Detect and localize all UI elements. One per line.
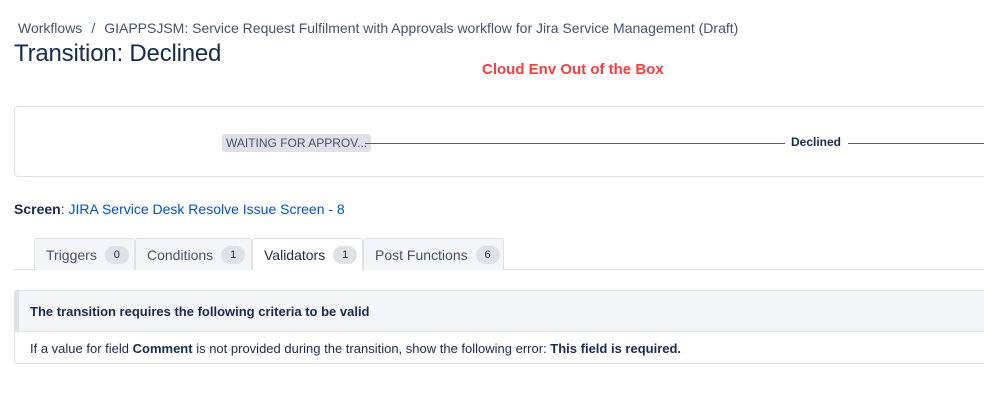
page-title: Transition: Declined xyxy=(14,40,222,67)
breadcrumb-workflows-link[interactable]: Workflows xyxy=(18,20,82,36)
page: Workflows / GIAPPSJSM: Service Request Ful… xyxy=(0,0,984,409)
validator-panel-header: The transition requires the following cr… xyxy=(15,291,984,332)
tab-count-badge: 1 xyxy=(221,245,246,264)
screen-colon: : xyxy=(60,201,65,217)
breadcrumb-workflow-link[interactable]: GIAPPSJSM: Service Request Fulfilment wi… xyxy=(104,20,738,36)
tab-count-badge: 6 xyxy=(475,245,500,264)
screen-info: Screen: JIRA Service Desk Resolve Issue … xyxy=(14,201,345,217)
validator-text-middle: is not provided during the transition, s… xyxy=(196,340,547,356)
transition-tabs: Triggers 0 Conditions 1 Validators 1 Pos… xyxy=(14,237,984,271)
transition-diagram: WAITING FOR APPROV... Declined xyxy=(14,106,984,177)
tab-label: Conditions xyxy=(147,246,214,263)
from-status-lozenge[interactable]: WAITING FOR APPROV... xyxy=(222,134,372,152)
transition-name-label: Declined xyxy=(791,135,842,149)
screen-label: Screen xyxy=(14,201,61,217)
validator-panel: The transition requires the following cr… xyxy=(14,290,984,364)
tab-label: Validators xyxy=(264,247,326,263)
breadcrumb: Workflows / GIAPPSJSM: Service Request Ful… xyxy=(18,20,738,36)
tab-count-badge: 1 xyxy=(333,246,358,264)
screen-link[interactable]: JIRA Service Desk Resolve Issue Screen -… xyxy=(68,201,344,217)
transition-line-continued xyxy=(848,143,984,144)
transition-line xyxy=(365,143,785,144)
annotation-text: Cloud Env Out of the Box xyxy=(482,61,664,78)
tab-label: Triggers xyxy=(46,246,97,263)
tab-triggers[interactable]: Triggers 0 xyxy=(34,238,135,270)
tab-conditions[interactable]: Conditions 1 xyxy=(135,238,252,270)
tab-validators[interactable]: Validators 1 xyxy=(252,238,363,271)
validator-description: If a value for field Comment is not prov… xyxy=(15,332,984,363)
breadcrumb-separator: / xyxy=(91,20,96,36)
validator-text-prefix: If a value for field xyxy=(30,340,129,356)
tab-label: Post Functions xyxy=(375,246,468,263)
tab-post-functions[interactable]: Post Functions 6 xyxy=(363,238,504,270)
tab-count-badge: 0 xyxy=(104,245,129,264)
validator-error-message: This field is required. xyxy=(550,340,682,356)
validator-field-name: Comment xyxy=(132,340,193,356)
